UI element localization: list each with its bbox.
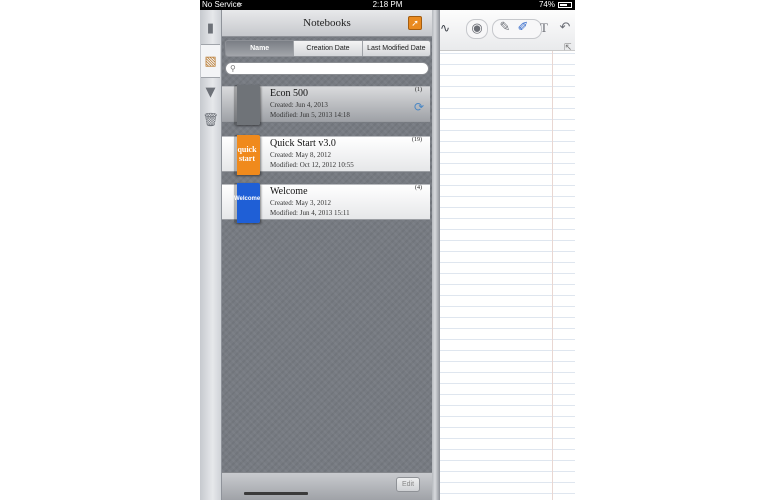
clock: 2:18 PM [372,0,403,9]
notebook-title: Welcome [270,186,308,197]
notebooks-icon[interactable]: ▧ [201,44,220,78]
notebook-created: Created: Jun 4, 2013 [270,101,328,109]
export-icon[interactable]: ➚ [408,16,422,30]
page-count: (4) [415,185,422,191]
battery-icon [558,2,572,8]
panel-header: Notebooks ➚ [222,10,432,37]
search-icon: ⚲ [230,64,236,73]
sidebar: ▮ ▧ ▼ 🗑 [200,10,222,500]
sort-segmented-control: Name Creation Date Last Modified Date [225,40,431,57]
notebook-modified: Modified: Jun 5, 2013 14:18 [270,111,350,119]
notebook-title: Econ 500 [270,88,309,99]
notebook-row-quick-start[interactable]: quick start Quick Start v3.0 Created: Ma… [222,135,430,175]
edit-button[interactable]: Edit [396,477,420,492]
pen-tool-icon[interactable]: ∿ [440,19,450,37]
notebook-row-welcome[interactable]: Welcome Welcome Created: May 3, 2012 Mod… [222,183,430,223]
status-bar: No Service ≈ 2:18 PM 74% [200,0,575,10]
note-page[interactable] [440,10,575,500]
trash-icon[interactable]: 🗑 [201,104,220,136]
notebook-cover [234,85,260,125]
page-title: Notebooks [303,17,351,29]
sort-by-creation-date-tab[interactable]: Creation Date [293,41,362,56]
notebook-modified: Modified: Jun 4, 2013 15:11 [270,209,350,217]
notebook-cover: Welcome [234,183,260,223]
sync-icon: ⟳ [413,100,424,114]
notebook-title: Quick Start v3.0 [270,138,336,149]
eraser-icon[interactable]: ✎ [498,19,512,37]
notebook-created: Created: May 8, 2012 [270,151,332,159]
search-field[interactable]: ⚲ [225,62,429,75]
ipad-screen: No Service ≈ 2:18 PM 74% ∿ ◉ ✎ ✐ T ↶ ⇱ ▮… [200,0,575,500]
cover-label: quick start [237,145,257,163]
page-count: (1) [415,87,422,93]
resize-icon[interactable]: ⇱ [564,43,572,53]
page-margin-line [552,40,553,500]
sort-by-name-tab[interactable]: Name [226,41,294,56]
scroll-handle [244,492,308,495]
color-picker-icon[interactable]: ◉ [466,19,488,39]
notebooks-panel: Notebooks ➚ Name Creation Date Last Modi… [222,10,432,500]
page-count: (19) [412,137,422,143]
text-icon[interactable]: T [538,19,550,37]
highlighter-icon[interactable]: ✐ [516,19,530,37]
notebook-cover: quick start [234,135,260,175]
panel-footer: Edit [222,472,432,500]
notebook-tab-icon[interactable]: ▮ [201,12,220,44]
notebook-created: Created: May 3, 2012 [270,199,332,207]
cover-label: Welcome [234,196,260,202]
notebook-modified: Modified: Oct 12, 2012 10:55 [270,161,354,169]
undo-icon[interactable]: ↶ [558,19,572,37]
notebook-row-econ-500[interactable]: Econ 500 Created: Jun 4, 2013 Modified: … [222,85,430,125]
search-input[interactable] [240,64,420,73]
battery-percent: 74% [538,0,555,9]
drawing-toolbar: ∿ ◉ ✎ ✐ T ↶ [432,10,575,51]
sort-by-last-modified-tab[interactable]: Last Modified Date [361,41,430,56]
